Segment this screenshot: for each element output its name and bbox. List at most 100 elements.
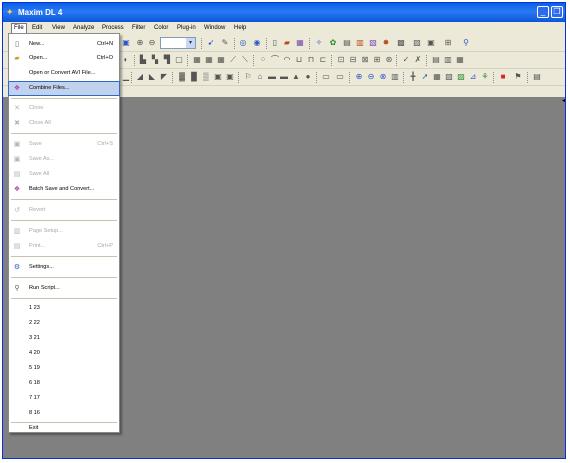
tool-r2z-icon[interactable]: ▦ [455,55,465,65]
menu-item-save[interactable]: ▣ Save Ctrl+S [9,138,119,151]
tool-r2g-icon[interactable]: ▦ [204,55,214,65]
tool-r3a-icon[interactable]: ◢ [135,72,145,82]
menu-help[interactable]: Help [234,24,246,32]
chevron-left-icon[interactable]: ◂ [562,97,565,104]
tool-r3o-icon[interactable]: ▭ [321,72,331,82]
recent-file-2[interactable]: 2 22 [9,317,119,330]
tool-r2h-icon[interactable]: ▦ [216,55,226,65]
tool-r3l-icon[interactable]: ▬ [279,72,289,82]
chevron-down-icon[interactable]: ▾ [186,38,195,48]
title-bar[interactable]: ✦ Maxim DL 4 _ ❐ [3,3,565,22]
tool-r3t-icon[interactable]: ▦ [432,72,442,82]
tool-r2l-icon[interactable]: ⌒ [270,55,280,65]
tool-r2k-icon[interactable]: ⁘ [258,55,268,65]
figure-icon[interactable]: ⚲ [461,38,471,48]
tool-r2n-icon[interactable]: ⊔ [294,55,304,65]
tool-r2u-icon[interactable]: ⊛ [384,55,394,65]
folder-open-icon[interactable]: ▰ [282,38,292,48]
zoom-tool-in-icon[interactable]: ⊕ [354,72,364,82]
tool-r2f-icon[interactable]: ▦ [192,55,202,65]
tool-r3s-icon[interactable]: ➚ [420,72,430,82]
menu-color[interactable]: Color [154,24,168,32]
tool-r2v-icon[interactable]: ✓ [401,55,411,65]
recent-file-1[interactable]: 1 23 [9,302,119,315]
menu-item-save-all[interactable]: ▤ Save All [9,168,119,181]
histogram-icon[interactable]: ▁ [121,72,131,82]
menu-item-save-as[interactable]: ▣ Save As... [9,153,119,166]
tool-r2m-icon[interactable]: ◠ [282,55,292,65]
tool-r3c-icon[interactable]: ◤ [159,72,169,82]
recent-file-8[interactable]: 8 16 [9,407,119,420]
tool-g-icon[interactable]: ▨ [412,38,422,48]
tool-d-icon[interactable]: ▧ [368,38,378,48]
tool-r2s-icon[interactable]: ⊠ [360,55,370,65]
pencil-icon[interactable]: ✎ [220,38,230,48]
tool-r3e-icon[interactable]: █ [189,72,199,82]
tool-r3w-icon[interactable]: ⊿ [468,72,478,82]
menu-window[interactable]: Window [204,24,225,32]
tool-r3q-icon[interactable]: ▥ [390,72,400,82]
menu-item-run-script[interactable]: ⚲ Run Script... [9,282,119,295]
tool-r2t-icon[interactable]: ⊞ [372,55,382,65]
stack-icon[interactable]: ▦ [295,38,305,48]
tool-r3r-icon[interactable]: ╋ [408,72,418,82]
tool-r2r-icon[interactable]: ⊟ [348,55,358,65]
menu-item-settings[interactable]: ⚙ Settings... [9,261,119,274]
zoom-tool-fit-icon[interactable]: ⊗ [378,72,388,82]
tool-r2e-icon[interactable]: ▢ [174,55,184,65]
tool-r3j-icon[interactable]: ⌂ [255,72,265,82]
tool-r3x-icon[interactable]: ⚘ [480,72,490,82]
tool-r3p-icon[interactable]: ▭ [335,72,345,82]
tool-r3b-icon[interactable]: ◣ [147,72,157,82]
menu-plugin[interactable]: Plug-in [177,24,196,32]
tool-r2a-icon[interactable]: ◐ [121,55,131,65]
tool-r2q-icon[interactable]: ⊡ [336,55,346,65]
menu-view[interactable]: View [52,24,65,32]
recent-file-7[interactable]: 7 17 [9,392,119,405]
tool-b-icon[interactable]: ✿ [328,38,338,48]
menu-analyze[interactable]: Analyze [73,24,94,32]
help-pointer-icon[interactable]: ➹ [206,38,216,48]
zoom-out-icon[interactable]: ⊖ [147,38,157,48]
menu-item-close-all[interactable]: ✖ Close All [9,117,119,130]
menu-item-open[interactable]: ▰ Open... Ctrl+O [9,52,119,65]
tool-r3f-icon[interactable]: ▒ [201,72,211,82]
recent-file-5[interactable]: 5 19 [9,362,119,375]
tool-f-icon[interactable]: ▩ [396,38,406,48]
save-tool-icon[interactable]: ▣ [121,38,131,48]
menu-item-page-setup[interactable]: ▥ Page Setup... [9,225,119,238]
menu-item-open-avi[interactable]: Open or Convert AVI File... [9,67,119,80]
tool-r2i-icon[interactable]: ⟋ [228,55,238,65]
recent-file-4[interactable]: 4 20 [9,347,119,360]
tool-r3d-icon[interactable]: ▓ [177,72,187,82]
recent-file-3[interactable]: 3 21 [9,332,119,345]
tool-r2p-icon[interactable]: ⊏ [318,55,328,65]
zoom-in-icon[interactable]: ⊕ [135,38,145,48]
tool-r3i-icon[interactable]: ⚐ [243,72,253,82]
tool-r2d-icon[interactable]: ▜ [162,55,172,65]
tool-r3k-icon[interactable]: ▬ [267,72,277,82]
menu-item-batch-convert[interactable]: ❖ Batch Save and Convert... [9,183,119,196]
zoom-select[interactable]: ▾ [160,37,196,49]
zoom-tool-out-icon[interactable]: ⊖ [366,72,376,82]
menu-item-combine-files[interactable]: ❖ Combine Files... [8,81,120,96]
tool-r3n-icon[interactable]: ● [303,72,313,82]
tool-r3z-icon[interactable]: ▤ [532,72,542,82]
tool-r2w-icon[interactable]: ✗ [413,55,423,65]
tool-a-icon[interactable]: ✧ [314,38,324,48]
tool-r3u-icon[interactable]: ▧ [444,72,454,82]
menu-filter[interactable]: Filter [132,24,145,32]
menu-item-close[interactable]: ✕ Close [9,102,119,115]
tool-r2y-icon[interactable]: ▥ [443,55,453,65]
tool-r3h-icon[interactable]: ▣ [225,72,235,82]
floppy-icon[interactable]: ▤ [342,38,352,48]
tool-r3g-icon[interactable]: ▣ [213,72,223,82]
tool-h-icon[interactable]: ▣ [426,38,436,48]
stop-icon[interactable]: ■ [498,72,508,82]
menu-item-exit[interactable]: Exit [9,422,119,435]
maximize-button[interactable]: ❐ [551,6,563,18]
tool-r2x-icon[interactable]: ▤ [431,55,441,65]
tool-r3m-icon[interactable]: ▲ [291,72,301,82]
minimize-button[interactable]: _ [537,6,549,18]
menu-process[interactable]: Process [102,24,124,32]
